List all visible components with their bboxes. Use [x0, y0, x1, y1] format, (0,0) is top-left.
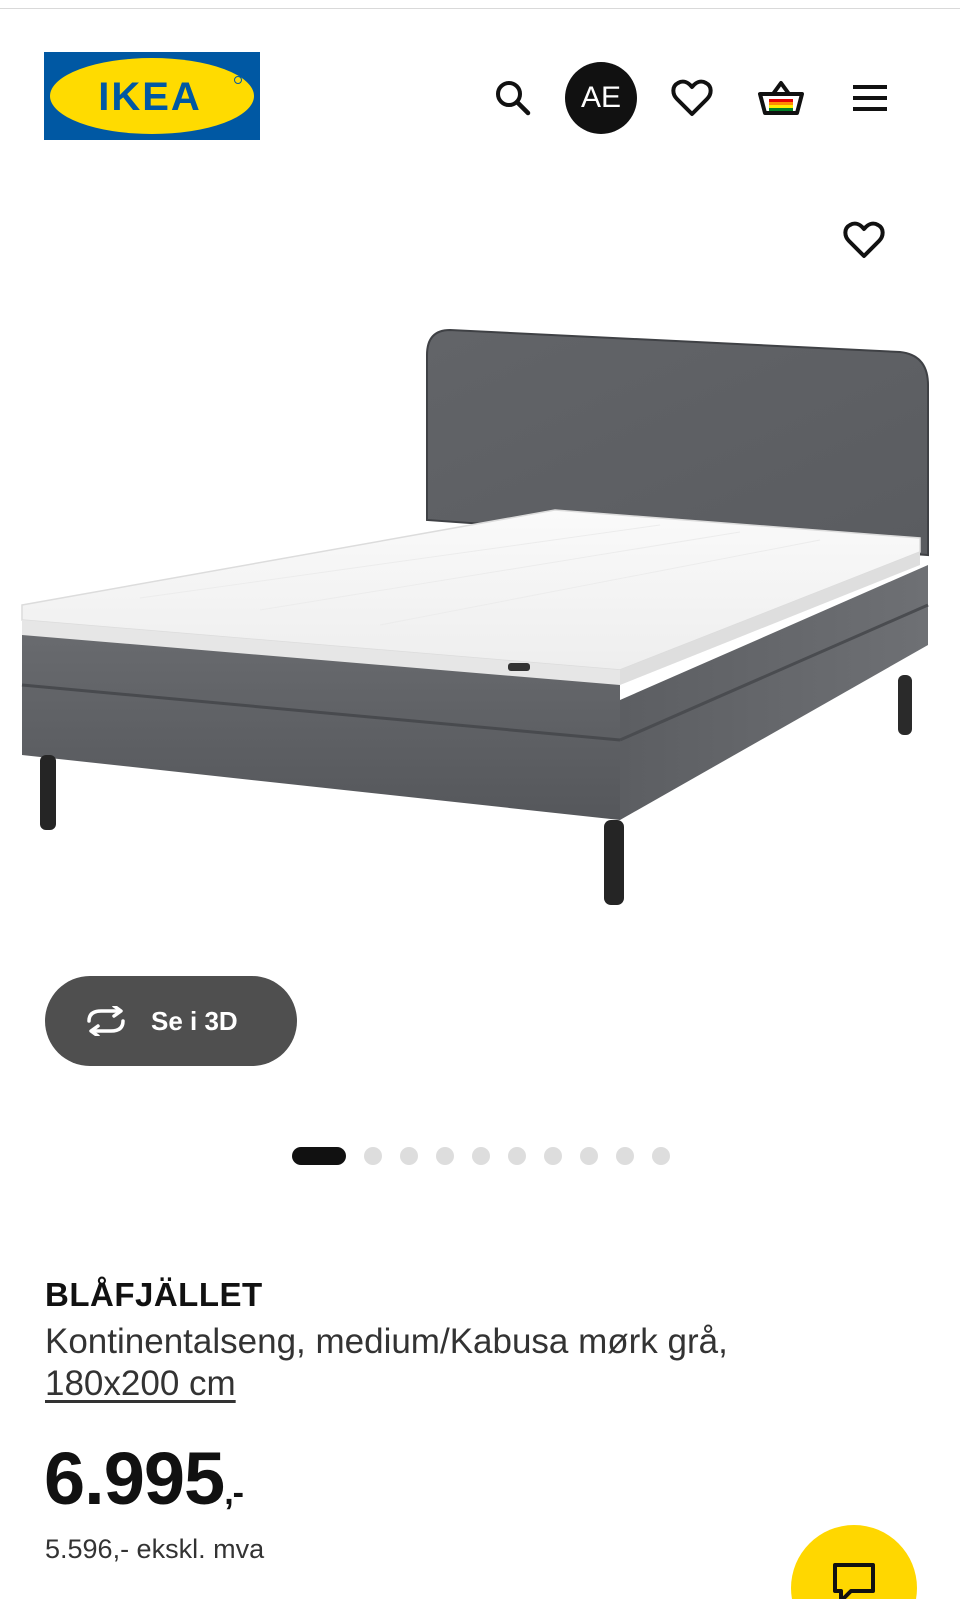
menu-button[interactable] — [834, 62, 906, 134]
basket-icon — [758, 81, 804, 115]
product-page: IKEA AE Se i 3D BLÅFJÄLLET Kontinentalse… — [0, 0, 960, 1599]
search-button[interactable] — [477, 62, 549, 134]
chat-button[interactable] — [791, 1525, 917, 1599]
cart-button[interactable] — [745, 62, 817, 134]
pagination-dot-active[interactable] — [292, 1147, 346, 1165]
avatar: AE — [565, 62, 637, 134]
hamburger-menu-icon — [853, 85, 887, 111]
ikea-logo-image: IKEA — [44, 52, 260, 140]
wishlist-button[interactable] — [656, 62, 728, 134]
product-name: BLÅFJÄLLET — [45, 1276, 263, 1313]
heart-icon — [671, 79, 713, 116]
pagination-dot[interactable] — [400, 1147, 418, 1165]
price-excluding-vat: 5.596,- ekskl. mva — [45, 1534, 265, 1564]
product-size-link[interactable]: 180x200 cm — [45, 1364, 236, 1404]
product-description: Kontinentalseng, medium/Kabusa mørk grå, — [45, 1322, 728, 1361]
chat-bubble-icon — [833, 1563, 875, 1599]
pagination-dot[interactable] — [364, 1147, 382, 1165]
add-to-favourites-button[interactable] — [834, 210, 894, 270]
product-price: 6.995,- — [44, 1436, 244, 1536]
view-in-3d-label: Se i 3D — [151, 1005, 238, 1036]
pagination-dot[interactable] — [436, 1147, 454, 1165]
product-image[interactable] — [0, 180, 960, 970]
pagination-dot[interactable] — [544, 1147, 562, 1165]
ikea-logo[interactable]: IKEA — [44, 52, 266, 142]
price-suffix: ,- — [224, 1474, 244, 1512]
view-in-3d-button[interactable]: Se i 3D — [45, 976, 297, 1066]
image-pagination — [292, 1146, 670, 1166]
top-divider — [0, 8, 960, 9]
logo-wordmark: IKEA — [98, 75, 202, 119]
pagination-dot[interactable] — [580, 1147, 598, 1165]
rotate-3d-icon — [87, 1006, 125, 1036]
pagination-dot[interactable] — [616, 1147, 634, 1165]
search-icon — [496, 81, 531, 116]
pagination-dot[interactable] — [652, 1147, 670, 1165]
bed-illustration — [21, 328, 929, 905]
site-header: IKEA AE — [0, 40, 960, 150]
pagination-dot[interactable] — [508, 1147, 526, 1165]
account-button[interactable]: AE — [565, 62, 637, 134]
heart-icon — [843, 221, 885, 258]
price-value: 6.995 — [44, 1437, 225, 1520]
pagination-dot[interactable] — [472, 1147, 490, 1165]
